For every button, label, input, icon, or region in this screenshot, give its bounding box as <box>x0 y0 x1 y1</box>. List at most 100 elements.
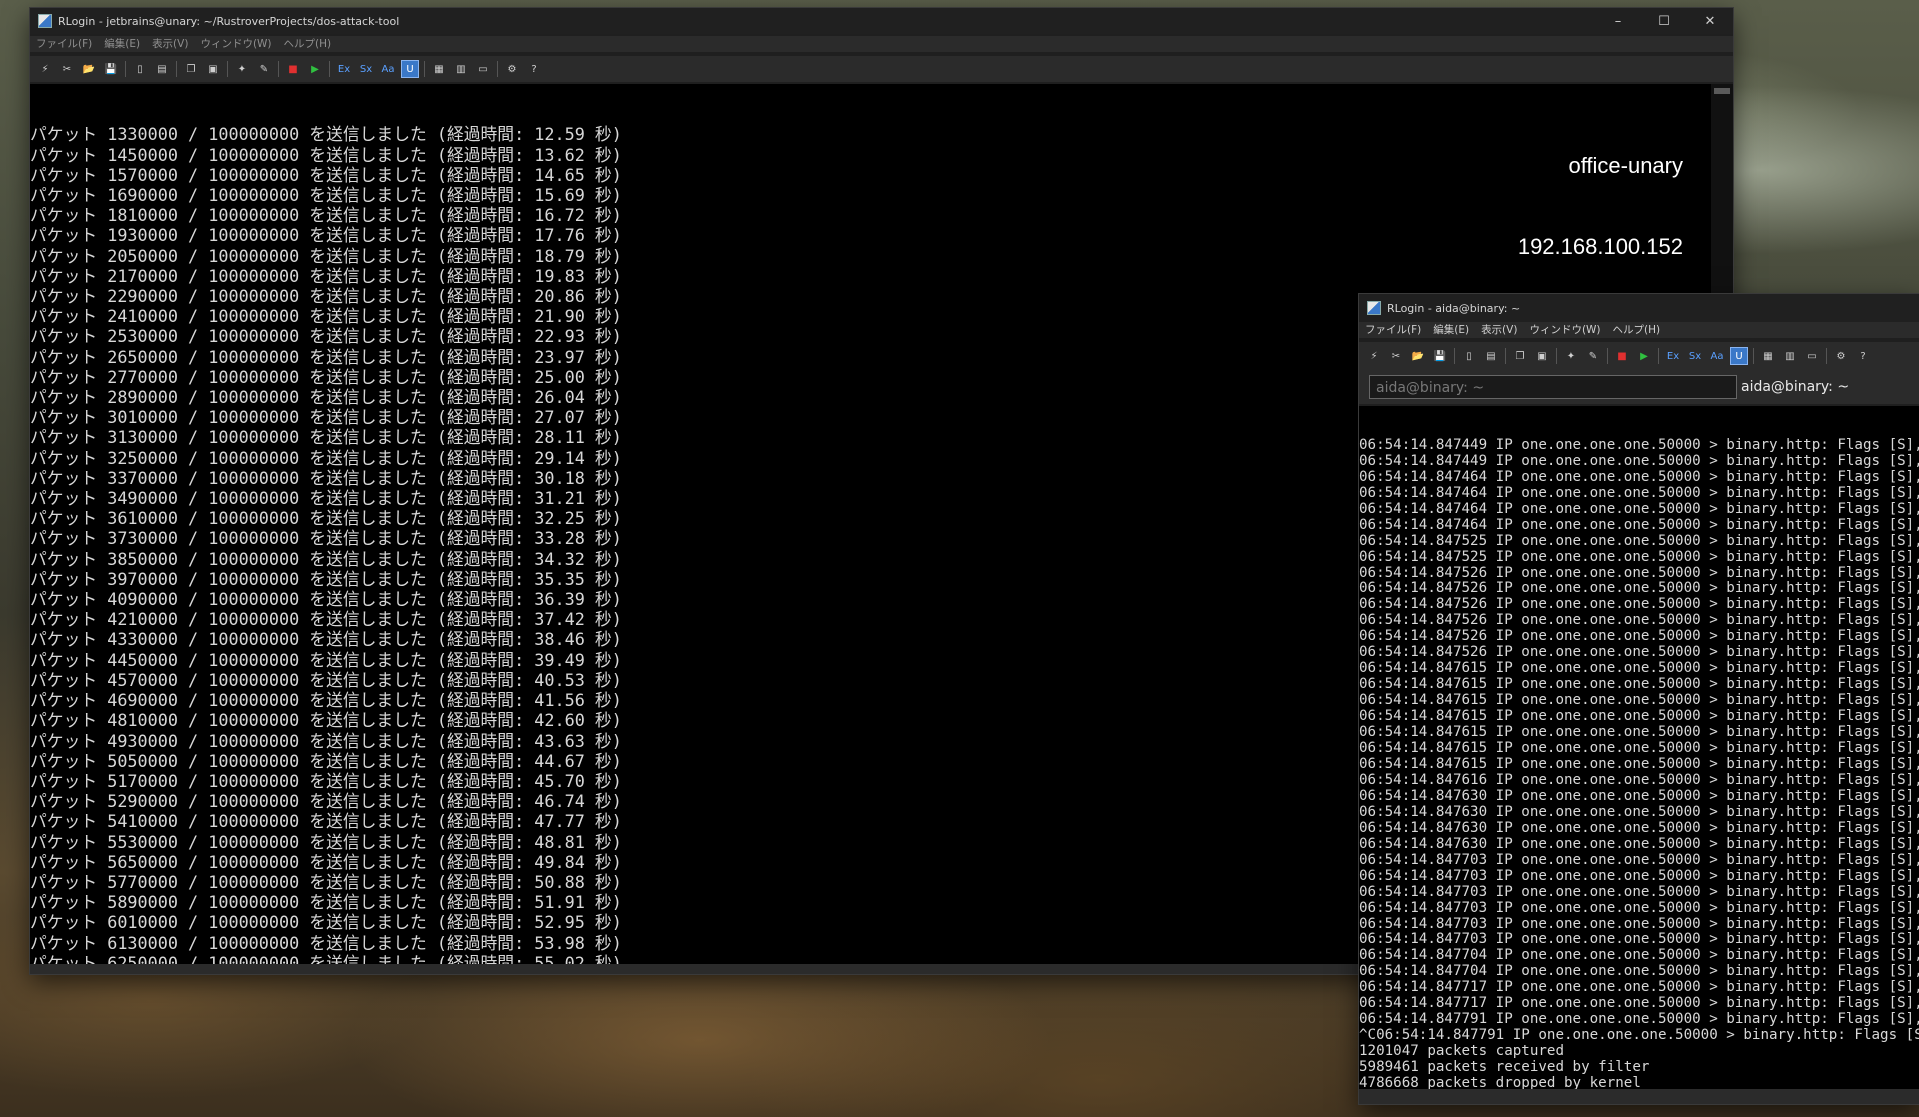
terminal-line: 06:54:14.847616 IP one.one.one.one.50000… <box>1359 771 1919 788</box>
save-icon[interactable]: 💾 <box>102 60 120 78</box>
terminal-line: 06:54:14.847526 IP one.one.one.one.50000… <box>1359 580 1919 597</box>
terminal-line: 06:54:14.847615 IP one.one.one.one.50000… <box>1359 740 1919 757</box>
minimize-button[interactable]: – <box>1595 8 1641 34</box>
terminal-line: 06:54:14.847526 IP one.one.one.one.50000… <box>1359 628 1919 645</box>
terminal-line: 06:54:14.847703 IP one.one.one.one.50000… <box>1359 899 1919 916</box>
main-title-bar[interactable]: RLogin - jetbrains@unary: ~/RustroverPro… <box>30 8 1733 34</box>
new-connection-icon[interactable]: ⚡ <box>36 60 54 78</box>
aa-icon[interactable]: Aa <box>1708 347 1726 365</box>
layout-icon[interactable]: ▦ <box>430 60 448 78</box>
terminal-line: 06:54:14.847630 IP one.one.one.one.50000… <box>1359 803 1919 820</box>
help-icon[interactable]: ? <box>525 60 543 78</box>
terminal-line: パケット 1810000 / 100000000 を送信しました (経過時間: … <box>30 205 622 226</box>
window-icon[interactable]: ▭ <box>1803 347 1821 365</box>
paste-icon[interactable]: ▣ <box>204 60 222 78</box>
terminal-line: 06:54:14.847615 IP one.one.one.one.50000… <box>1359 755 1919 772</box>
terminal-line: 4786668 packets dropped by kernel <box>1359 1075 1641 1089</box>
play-icon[interactable]: ▶ <box>306 60 324 78</box>
split-icon[interactable]: ▥ <box>452 60 470 78</box>
tool-icon[interactable]: ✦ <box>1562 347 1580 365</box>
toolbar-separator <box>227 61 228 77</box>
stop-icon[interactable]: ■ <box>284 60 302 78</box>
terminal-line: 06:54:14.847526 IP one.one.one.one.50000… <box>1359 564 1919 581</box>
disconnect-icon[interactable]: ✂ <box>58 60 76 78</box>
sub-icon[interactable]: Sx <box>1686 347 1704 365</box>
menu-help[interactable]: ヘルプ(H) <box>278 36 338 52</box>
close-button[interactable]: ✕ <box>1687 8 1733 34</box>
print-icon[interactable]: ▤ <box>1482 347 1500 365</box>
terminal-line: 06:54:14.847525 IP one.one.one.one.50000… <box>1359 532 1919 549</box>
utf-icon[interactable]: U <box>401 60 419 78</box>
menu-help-2[interactable]: ヘルプ(H) <box>1607 322 1667 338</box>
terminal-line: 06:54:14.847704 IP one.one.one.one.50000… <box>1359 963 1919 980</box>
split-icon[interactable]: ▥ <box>1781 347 1799 365</box>
aa-icon[interactable]: Aa <box>379 60 397 78</box>
terminal-line: 06:54:14.847630 IP one.one.one.one.50000… <box>1359 787 1919 804</box>
secondary-title-bar[interactable]: RLogin - aida@binary: ~ <box>1359 294 1919 322</box>
terminal-line: 06:54:14.847703 IP one.one.one.one.50000… <box>1359 915 1919 932</box>
menu-window[interactable]: ウィンドウ(W) <box>194 36 277 52</box>
save-icon[interactable]: 💾 <box>1431 347 1449 365</box>
terminal-line: 06:54:14.847615 IP one.one.one.one.50000… <box>1359 660 1919 677</box>
secondary-terminal[interactable]: 06:54:14.847449 IP one.one.one.one.50000… <box>1359 406 1919 1089</box>
terminal-line: パケット 2050000 / 100000000 を送信しました (経過時間: … <box>30 245 622 266</box>
menu-view[interactable]: 表示(V) <box>146 36 194 52</box>
settings-icon[interactable]: ⚙ <box>1832 347 1850 365</box>
settings-icon[interactable]: ⚙ <box>503 60 521 78</box>
disconnect-icon[interactable]: ✂ <box>1387 347 1405 365</box>
copy-icon[interactable]: ❐ <box>182 60 200 78</box>
secondary-window-title: RLogin - aida@binary: ~ <box>1387 301 1521 315</box>
window-icon[interactable]: ▭ <box>474 60 492 78</box>
exec-icon[interactable]: Ex <box>335 60 353 78</box>
menu-file[interactable]: ファイル(F) <box>30 36 98 52</box>
menu-edit-2[interactable]: 編集(E) <box>1427 322 1475 338</box>
maximize-button[interactable]: ☐ <box>1641 8 1687 34</box>
open-icon[interactable]: 📂 <box>1409 347 1427 365</box>
main-scrollbar-thumb[interactable] <box>1714 88 1730 94</box>
play-icon[interactable]: ▶ <box>1635 347 1653 365</box>
terminal-line: 06:54:14.847464 IP one.one.one.one.50000… <box>1359 500 1919 517</box>
secondary-menu-bar: ファイル(F) 編集(E) 表示(V) ウィンドウ(W) ヘルプ(H) <box>1359 322 1919 338</box>
session-tab[interactable]: aida@binary: ~ <box>1741 379 1849 395</box>
terminal-line: ^C06:54:14.847791 IP one.one.one.one.500… <box>1359 1027 1919 1044</box>
menu-file-2[interactable]: ファイル(F) <box>1359 322 1427 338</box>
toolbar-separator <box>125 61 126 77</box>
terminal-line: 5989461 packets received by filter <box>1359 1059 1650 1076</box>
main-toolbar: ⚡ ✂ 📂 💾 ▯ ▤ ❐ ▣ ✦ ✎ ■ ▶ Ex Sx Aa U ▦ ▥ ▭ ⚙? <box>30 56 1733 82</box>
address-input[interactable]: aida@binary: ~ <box>1369 375 1737 399</box>
copy-icon[interactable]: ❐ <box>1511 347 1529 365</box>
layout-icon[interactable]: ▦ <box>1759 347 1777 365</box>
sub-icon[interactable]: Sx <box>357 60 375 78</box>
terminal-line: パケット 1450000 / 100000000 を送信しました (経過時間: … <box>30 144 622 165</box>
menu-view-2[interactable]: 表示(V) <box>1475 322 1523 338</box>
print-icon[interactable]: ▤ <box>153 60 171 78</box>
toolbar-separator <box>424 61 425 77</box>
terminal-line: 06:54:14.847717 IP one.one.one.one.50000… <box>1359 979 1919 996</box>
menu-window-2[interactable]: ウィンドウ(W) <box>1523 322 1606 338</box>
rlogin-app-icon <box>38 14 52 28</box>
page-icon[interactable]: ▯ <box>131 60 149 78</box>
open-icon[interactable]: 📂 <box>80 60 98 78</box>
paste-icon[interactable]: ▣ <box>1533 347 1551 365</box>
terminal-line: 06:54:14.847703 IP one.one.one.one.50000… <box>1359 851 1919 868</box>
terminal-line: 06:54:14.847525 IP one.one.one.one.50000… <box>1359 548 1919 565</box>
script-icon[interactable]: ✎ <box>255 60 273 78</box>
toolbar-separator <box>176 61 177 77</box>
toolbar-separator <box>1658 348 1659 364</box>
host-ip: 192.168.100.152 <box>1517 234 1683 259</box>
exec-icon[interactable]: Ex <box>1664 347 1682 365</box>
stop-icon[interactable]: ■ <box>1613 347 1631 365</box>
terminal-line: パケット 2170000 / 100000000 を送信しました (経過時間: … <box>30 265 622 286</box>
terminal-line: 06:54:14.847791 IP one.one.one.one.50000… <box>1359 1011 1919 1028</box>
page-icon[interactable]: ▯ <box>1460 347 1478 365</box>
terminal-line: 06:54:14.847615 IP one.one.one.one.50000… <box>1359 692 1919 709</box>
help-icon[interactable]: ? <box>1854 347 1872 365</box>
terminal-line: 06:54:14.847526 IP one.one.one.one.50000… <box>1359 612 1919 629</box>
main-menu-bar: ファイル(F) 編集(E) 表示(V) ウィンドウ(W) ヘルプ(H) <box>30 36 1733 52</box>
tool-icon[interactable]: ✦ <box>233 60 251 78</box>
new-connection-icon[interactable]: ⚡ <box>1365 347 1383 365</box>
utf-icon[interactable]: U <box>1730 347 1748 365</box>
menu-edit[interactable]: 編集(E) <box>98 36 146 52</box>
script-icon[interactable]: ✎ <box>1584 347 1602 365</box>
host-name: office-unary <box>1568 153 1683 178</box>
